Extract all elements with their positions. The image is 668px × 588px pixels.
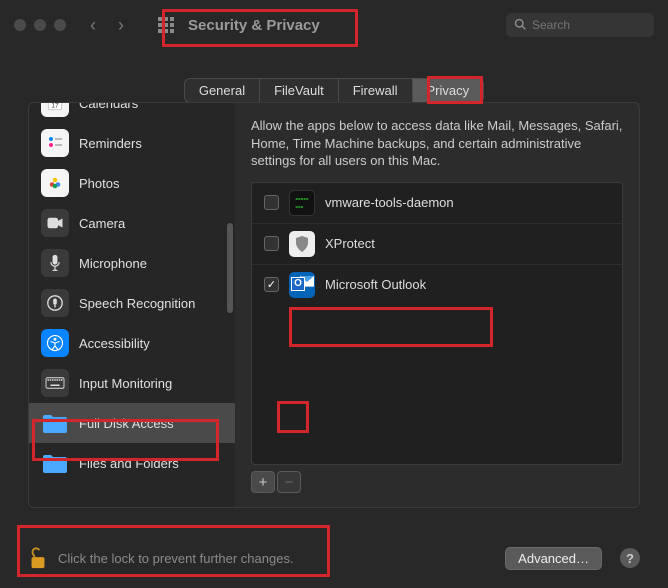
app-row-vmware[interactable]: -------- vmware-tools-daemon xyxy=(252,183,622,223)
sidebar-item-input-monitoring[interactable]: Input Monitoring xyxy=(29,363,235,403)
speech-icon xyxy=(41,289,69,317)
app-checkbox[interactable] xyxy=(264,277,279,292)
lock-icon[interactable] xyxy=(28,546,48,570)
minimize-window-dot[interactable] xyxy=(34,19,46,31)
tab-filevault[interactable]: FileVault xyxy=(260,79,339,102)
app-list: -------- vmware-tools-daemon XProtect O xyxy=(251,182,623,465)
sidebar-item-accessibility[interactable]: Accessibility xyxy=(29,323,235,363)
sidebar-item-files-and-folders[interactable]: Files and Folders xyxy=(29,443,235,483)
search-field[interactable] xyxy=(506,13,654,37)
shield-icon xyxy=(289,231,315,257)
microphone-icon xyxy=(41,249,69,277)
camera-icon xyxy=(41,209,69,237)
lock-hint-text: Click the lock to prevent further change… xyxy=(58,551,294,566)
sidebar-item-label: Files and Folders xyxy=(79,456,179,471)
folder-icon xyxy=(41,449,69,477)
settings-tabs: General FileVault Firewall Privacy xyxy=(184,78,484,103)
photos-icon xyxy=(41,169,69,197)
app-row-outlook[interactable]: O Microsoft Outlook xyxy=(252,264,622,305)
sidebar-item-microphone[interactable]: Microphone xyxy=(29,243,235,283)
sidebar-item-label: Input Monitoring xyxy=(79,376,172,391)
app-name: Microsoft Outlook xyxy=(325,277,426,292)
sidebar-item-reminders[interactable]: Reminders xyxy=(29,123,235,163)
sidebar-item-label: Camera xyxy=(79,216,125,231)
terminal-icon: -------- xyxy=(289,190,315,216)
sidebar-item-camera[interactable]: Camera xyxy=(29,203,235,243)
sidebar-item-label: Speech Recognition xyxy=(79,296,195,311)
sidebar-item-label: Accessibility xyxy=(79,336,150,351)
keyboard-icon xyxy=(41,369,69,397)
accessibility-icon xyxy=(41,329,69,357)
window-controls[interactable] xyxy=(14,19,66,31)
calendar-icon: 17 xyxy=(41,103,69,117)
zoom-window-dot[interactable] xyxy=(54,19,66,31)
app-checkbox[interactable] xyxy=(264,236,279,251)
sidebar-item-speech[interactable]: Speech Recognition xyxy=(29,283,235,323)
app-row-xprotect[interactable]: XProtect xyxy=(252,223,622,264)
search-icon xyxy=(514,18,526,33)
sidebar-item-label: Reminders xyxy=(79,136,142,151)
remove-app-button[interactable]: − xyxy=(277,471,301,493)
folder-icon xyxy=(41,409,69,437)
add-app-button[interactable]: + xyxy=(251,471,275,493)
app-name: XProtect xyxy=(325,236,375,251)
permission-description: Allow the apps below to access data like… xyxy=(251,117,623,170)
app-checkbox[interactable] xyxy=(264,195,279,210)
reminders-icon xyxy=(41,129,69,157)
search-input[interactable] xyxy=(532,18,646,32)
nav-back-icon[interactable]: ‹ xyxy=(90,15,96,36)
svg-text:17: 17 xyxy=(51,103,59,110)
privacy-category-sidebar[interactable]: 17 Calendars Reminders Photos xyxy=(29,103,235,507)
sidebar-item-full-disk-access[interactable]: Full Disk Access xyxy=(29,403,235,443)
sidebar-item-label: Photos xyxy=(79,176,119,191)
sidebar-item-label: Calendars xyxy=(79,103,138,111)
advanced-button[interactable]: Advanced… xyxy=(505,547,602,570)
show-all-icon[interactable] xyxy=(158,17,174,33)
help-button[interactable]: ? xyxy=(620,548,640,568)
close-window-dot[interactable] xyxy=(14,19,26,31)
nav-forward-icon[interactable]: › xyxy=(118,15,124,36)
tab-firewall[interactable]: Firewall xyxy=(339,79,413,102)
sidebar-item-label: Full Disk Access xyxy=(79,416,174,431)
tab-general[interactable]: General xyxy=(185,79,260,102)
sidebar-item-photos[interactable]: Photos xyxy=(29,163,235,203)
sidebar-item-calendars[interactable]: 17 Calendars xyxy=(29,103,235,123)
window-title: Security & Privacy xyxy=(188,17,320,34)
outlook-icon: O xyxy=(289,272,315,298)
sidebar-item-label: Microphone xyxy=(79,256,147,271)
sidebar-scrollbar[interactable] xyxy=(227,223,233,313)
app-name: vmware-tools-daemon xyxy=(325,195,454,210)
tab-privacy[interactable]: Privacy xyxy=(413,79,484,102)
